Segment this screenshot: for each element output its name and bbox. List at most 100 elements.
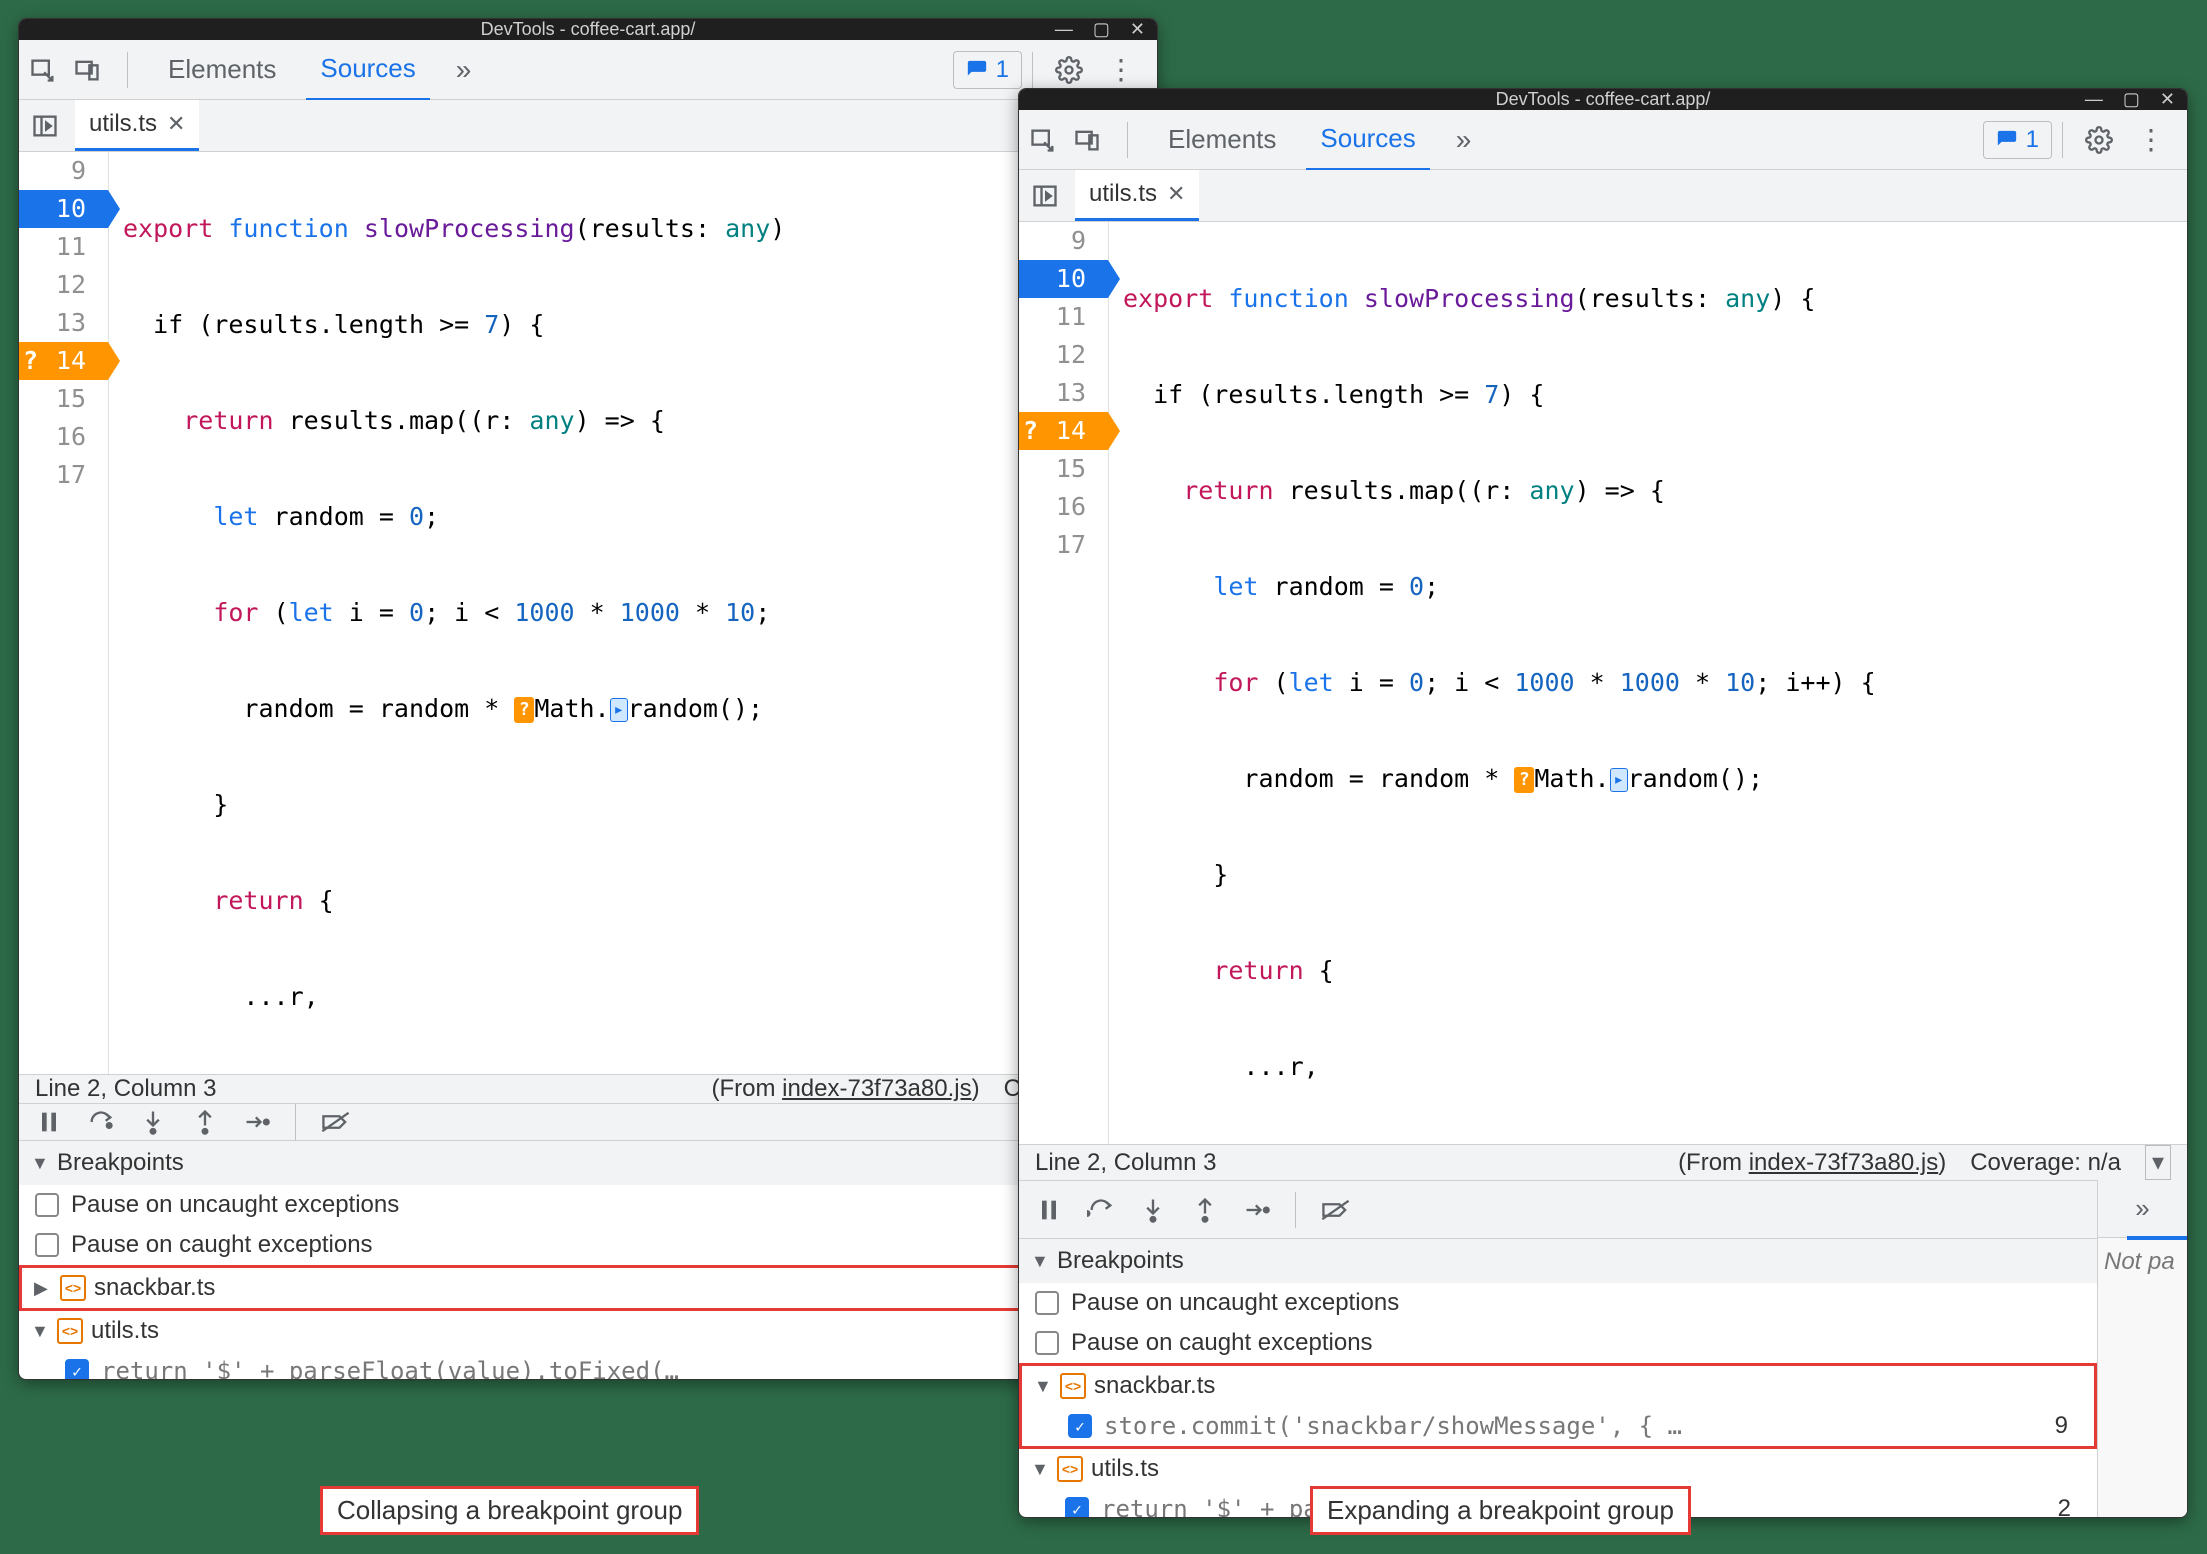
chevron-down-icon: ▼: [31, 1321, 49, 1342]
dropdown-icon[interactable]: ▾: [2145, 1145, 2171, 1180]
gutter-line-breakpoint[interactable]: 10: [19, 190, 108, 228]
checkbox-unchecked[interactable]: [1035, 1291, 1059, 1315]
chevron-down-icon: ▼: [31, 1153, 49, 1174]
gutter-line[interactable]: 12: [1019, 336, 1108, 374]
menu-dots-icon[interactable]: ⋮: [1095, 53, 1147, 86]
breakpoint-group-utils[interactable]: ▼ <> utils.ts: [1019, 1449, 2097, 1489]
gutter-line[interactable]: 9: [19, 152, 108, 190]
step-out-button[interactable]: [191, 1108, 219, 1136]
file-tab-close-icon[interactable]: ✕: [167, 111, 185, 137]
gutter-line[interactable]: 17: [19, 456, 108, 494]
deactivate-breakpoints-button[interactable]: [320, 1108, 352, 1136]
show-navigator-icon[interactable]: [1031, 182, 1059, 210]
gutter-line[interactable]: 9: [1019, 222, 1108, 260]
sourcemap-link[interactable]: index-73f73a80.js: [1749, 1149, 1938, 1176]
coverage-status: Coverage: n/a: [1970, 1149, 2121, 1177]
breakpoint-group-utils[interactable]: ▼ <> utils.ts: [19, 1311, 1157, 1351]
code-editor[interactable]: 9 10 11 12 13 14 15 16 17 export functio…: [19, 152, 1157, 1074]
code-lines[interactable]: export function slowProcessing(results: …: [1109, 222, 1876, 1144]
gutter-line[interactable]: 17: [1019, 526, 1108, 564]
gutter-line-conditional-breakpoint[interactable]: 14: [19, 342, 108, 380]
breakpoint-row[interactable]: ✓ store.commit('snackbar/showMessage', {…: [1022, 1406, 2094, 1446]
maximize-button[interactable]: ▢: [2119, 89, 2144, 110]
more-tabs-icon[interactable]: »: [446, 54, 482, 86]
gutter-line[interactable]: 16: [1019, 488, 1108, 526]
gutter-line[interactable]: 15: [19, 380, 108, 418]
gutter-line[interactable]: 11: [1019, 298, 1108, 336]
menu-dots-icon[interactable]: ⋮: [2125, 123, 2177, 156]
sourcemap-origin[interactable]: (From index-73f73a80.js): [711, 1075, 979, 1103]
inspect-icon[interactable]: [1029, 126, 1057, 154]
settings-icon[interactable]: [1043, 56, 1095, 84]
expand-panel-icon[interactable]: »: [2135, 1193, 2149, 1224]
minimize-button[interactable]: —: [1051, 19, 1077, 40]
code-editor[interactable]: 9 10 11 12 13 14 15 16 17 export functio…: [1019, 222, 2187, 1144]
typescript-file-icon: <>: [60, 1275, 86, 1301]
step-over-button[interactable]: [87, 1108, 115, 1136]
step-button[interactable]: [1243, 1196, 1271, 1224]
close-button[interactable]: ✕: [2156, 89, 2179, 110]
pause-uncaught-row[interactable]: Pause on uncaught exceptions: [19, 1185, 1157, 1225]
device-toolbar-icon[interactable]: [73, 56, 101, 84]
breakpoints-header[interactable]: ▼ Breakpoints: [1019, 1239, 2097, 1283]
issues-button[interactable]: 1: [1983, 121, 2052, 159]
step-into-button[interactable]: [1139, 1196, 1167, 1224]
deactivate-breakpoints-button[interactable]: [1320, 1196, 1352, 1224]
gutter-line[interactable]: 11: [19, 228, 108, 266]
cursor-position: Line 2, Column 3: [1035, 1149, 1216, 1177]
titlebar: DevTools - coffee-cart.app/ — ▢ ✕: [19, 19, 1157, 40]
caption-left: Collapsing a breakpoint group: [320, 1486, 699, 1535]
main-toolbar: Elements Sources » 1 ⋮: [19, 40, 1157, 100]
tab-elements[interactable]: Elements: [1154, 110, 1290, 169]
tab-sources[interactable]: Sources: [1306, 109, 1429, 171]
issues-count: 1: [2026, 126, 2039, 154]
gutter-line[interactable]: 13: [1019, 374, 1108, 412]
tab-sources[interactable]: Sources: [306, 39, 429, 101]
pause-caught-row[interactable]: Pause on caught exceptions: [1019, 1323, 2097, 1363]
gutter-line[interactable]: 15: [1019, 450, 1108, 488]
breakpoints-section: ▼ Breakpoints Pause on uncaught exceptio…: [19, 1140, 1157, 1380]
chevron-down-icon: ▼: [1031, 1251, 1049, 1272]
checkbox-unchecked[interactable]: [35, 1233, 59, 1257]
sourcemap-origin[interactable]: (From index-73f73a80.js): [1678, 1149, 1946, 1177]
pause-button[interactable]: [35, 1108, 63, 1136]
gutter-line[interactable]: 13: [19, 304, 108, 342]
breakpoint-row[interactable]: ✓ return '$' + parseFloat(value).toFixed…: [19, 1351, 1157, 1380]
checkbox-unchecked[interactable]: [1035, 1331, 1059, 1355]
checkbox-checked[interactable]: ✓: [65, 1359, 89, 1380]
pause-uncaught-row[interactable]: Pause on uncaught exceptions: [1019, 1283, 2097, 1323]
breakpoints-header[interactable]: ▼ Breakpoints: [19, 1141, 1157, 1185]
step-into-button[interactable]: [139, 1108, 167, 1136]
editor-file-tab[interactable]: utils.ts ✕: [75, 100, 199, 151]
checkbox-checked[interactable]: ✓: [1068, 1414, 1092, 1438]
code-lines[interactable]: export function slowProcessing(results: …: [109, 152, 785, 1074]
more-tabs-icon[interactable]: »: [1446, 124, 1482, 156]
gutter-line[interactable]: 16: [19, 418, 108, 456]
show-navigator-icon[interactable]: [31, 112, 59, 140]
gutter-line[interactable]: 12: [19, 266, 108, 304]
file-tab-close-icon[interactable]: ✕: [1167, 181, 1185, 207]
sourcemap-link[interactable]: index-73f73a80.js: [782, 1075, 971, 1102]
gutter-line-breakpoint[interactable]: 10: [1019, 260, 1108, 298]
breakpoint-group-snackbar-expanded[interactable]: ▼ <> snackbar.ts: [1022, 1366, 2094, 1406]
inspect-icon[interactable]: [29, 56, 57, 84]
issues-count: 1: [996, 56, 1009, 84]
minimize-button[interactable]: —: [2081, 89, 2107, 110]
checkbox-checked[interactable]: ✓: [1065, 1497, 1089, 1518]
pause-caught-row[interactable]: Pause on caught exceptions: [19, 1225, 1157, 1265]
checkbox-unchecked[interactable]: [35, 1193, 59, 1217]
settings-icon[interactable]: [2073, 126, 2125, 154]
gutter-line-conditional-breakpoint[interactable]: 14: [1019, 412, 1108, 450]
device-toolbar-icon[interactable]: [1073, 126, 1101, 154]
pause-button[interactable]: [1035, 1196, 1063, 1224]
breakpoint-group-snackbar-collapsed[interactable]: ▶ <> snackbar.ts: [19, 1265, 1157, 1311]
step-out-button[interactable]: [1191, 1196, 1219, 1224]
close-button[interactable]: ✕: [1126, 19, 1149, 40]
tab-elements[interactable]: Elements: [154, 40, 290, 99]
issues-button[interactable]: 1: [953, 51, 1022, 89]
not-paused-trunc: Not pa: [2098, 1238, 2187, 1286]
step-over-button[interactable]: [1087, 1196, 1115, 1224]
editor-file-tab[interactable]: utils.ts ✕: [1075, 170, 1199, 221]
maximize-button[interactable]: ▢: [1089, 19, 1114, 40]
step-button[interactable]: [243, 1108, 271, 1136]
